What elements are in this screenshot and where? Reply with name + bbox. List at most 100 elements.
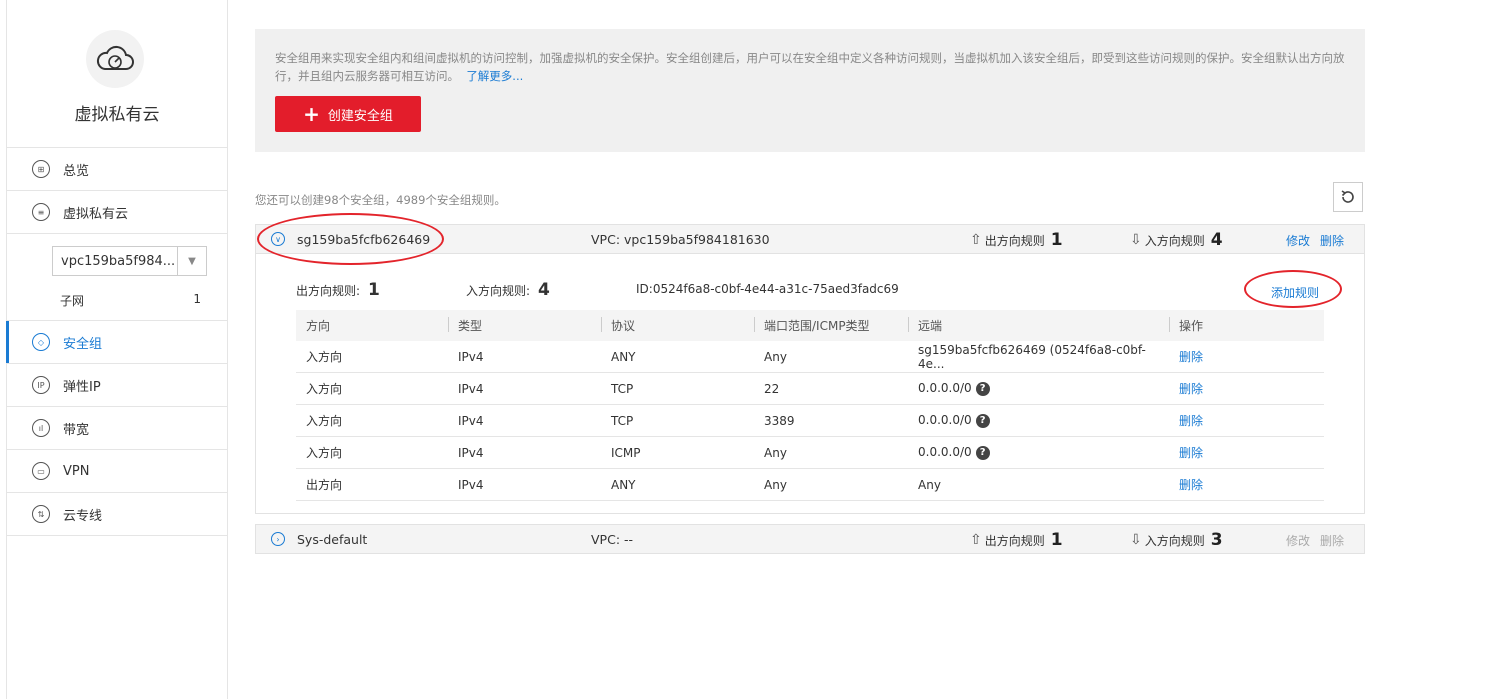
expand-chevron-icon[interactable]: ›	[271, 532, 285, 546]
table-row: 入方向 IPv4 ANY Any sg159ba5fcfb626469 (052…	[296, 341, 1324, 373]
security-group-detail: 出方向规则: 1 入方向规则: 4 ID:0524f6a8-c0bf-4e44-…	[255, 254, 1365, 514]
inbound-label: 入方向规则	[1144, 233, 1205, 248]
intro-text: 安全组用来实现安全组内和组间虚拟机的访问控制，加强虚拟机的安全保护。安全组创建后…	[275, 49, 1350, 85]
security-group-vpc: VPC: --	[591, 532, 634, 547]
column-header: 操作	[1169, 310, 1324, 341]
column-header: 方向	[296, 310, 448, 341]
rule-port: 3389	[754, 404, 908, 437]
brand-title: 虚拟私有云	[74, 105, 160, 125]
bandwidth-icon: ıl	[32, 419, 50, 437]
subnet-link[interactable]: 子网 1	[60, 292, 201, 309]
help-icon[interactable]: ?	[975, 413, 990, 428]
refresh-icon	[1341, 190, 1354, 203]
ip-icon: IP	[32, 376, 50, 394]
rule-type: IPv4	[448, 404, 601, 437]
rule-remote: 0.0.0.0/0?	[908, 436, 1169, 469]
nav-label: 安全组	[63, 336, 103, 352]
create-button-label: 创建安全组	[327, 108, 393, 124]
rule-protocol: TCP	[601, 404, 754, 437]
column-header: 端口范围/ICMP类型	[754, 310, 908, 341]
rule-port: Any	[754, 436, 908, 469]
arrow-up-icon: ⇧	[970, 532, 982, 548]
subnet-label: 子网	[60, 294, 85, 308]
annotation-ellipse-add-rule	[1244, 270, 1342, 308]
security-group-row[interactable]: › Sys-default VPC: -- ⇧ 出方向规则 1 ⇩ 入方向规则 …	[255, 524, 1365, 554]
annotation-ellipse-group-name	[257, 213, 444, 265]
nav-security-group[interactable]: ◇ 安全组	[6, 321, 227, 364]
help-icon[interactable]: ?	[975, 381, 990, 396]
refresh-button[interactable]	[1333, 182, 1363, 212]
security-group-id: ID:0524f6a8-c0bf-4e44-a31c-75aed3fadc69	[636, 282, 899, 296]
nav-label: 带宽	[63, 422, 90, 438]
rule-port: Any	[754, 341, 908, 373]
create-security-group-button[interactable]: + 创建安全组	[275, 96, 421, 132]
delete-rule-link[interactable]: 删除	[1179, 446, 1203, 460]
security-group-name: Sys-default	[297, 532, 368, 547]
delete-rule-link[interactable]: 删除	[1179, 478, 1203, 492]
delete-link[interactable]: 删除	[1320, 234, 1344, 248]
outbound-rules-summary: ⇧ 出方向规则 1	[970, 230, 1063, 250]
rule-direction: 入方向	[296, 436, 448, 469]
rule-type: IPv4	[448, 436, 601, 469]
delete-rule-link[interactable]: 删除	[1179, 414, 1203, 428]
rule-remote-value: sg159ba5fcfb626469 (0524f6a8-c0bf-4e...	[918, 342, 1146, 371]
edit-link-disabled: 修改	[1286, 534, 1311, 548]
rule-direction: 入方向	[296, 372, 448, 405]
sidebar: 虚拟私有云 ⊞ 总览 ≡ 虚拟私有云 vpc159ba5f984... ▼ 子网…	[6, 0, 228, 699]
shield-icon: ◇	[32, 333, 50, 351]
rule-remote: 0.0.0.0/0?	[908, 404, 1169, 437]
table-row: 出方向 IPv4 ANY Any Any 删除	[296, 468, 1324, 501]
rule-protocol: ANY	[601, 468, 754, 501]
row-actions: 修改 删除	[1286, 232, 1354, 249]
rules-table: 方向 类型 协议 端口范围/ICMP类型 远端 操作 入方向 IPv4 ANY …	[296, 310, 1324, 501]
nav-bandwidth[interactable]: ıl 带宽	[7, 407, 227, 450]
intro-description: 安全组用来实现安全组内和组间虚拟机的访问控制，加强虚拟机的安全保护。安全组创建后…	[275, 51, 1345, 83]
outbound-count: 1	[1050, 230, 1063, 250]
outbound-rules-summary: ⇧ 出方向规则 1	[970, 530, 1063, 550]
inbound-label: 入方向规则	[1144, 533, 1205, 548]
learn-more-link[interactable]: 了解更多...	[466, 69, 523, 83]
rule-protocol: ANY	[601, 341, 754, 373]
nav-vpc[interactable]: ≡ 虚拟私有云	[7, 191, 227, 234]
rule-remote-value: Any	[918, 477, 941, 492]
rule-direction: 入方向	[296, 404, 448, 437]
column-header: 类型	[448, 310, 601, 341]
dropdown-arrow-icon[interactable]: ▼	[177, 247, 206, 275]
nav-label: 弹性IP	[63, 379, 101, 395]
arrow-down-icon: ⇩	[1130, 232, 1142, 248]
rule-type: IPv4	[448, 468, 601, 501]
nav-elastic-ip[interactable]: IP 弹性IP	[7, 364, 227, 407]
rule-protocol: TCP	[601, 372, 754, 405]
delete-rule-link[interactable]: 删除	[1179, 350, 1203, 364]
column-header: 远端	[908, 310, 1169, 341]
nav-label: 虚拟私有云	[63, 206, 129, 222]
rule-protocol: ICMP	[601, 436, 754, 469]
row-actions: 修改 删除	[1286, 532, 1354, 549]
overview-icon: ⊞	[32, 160, 50, 178]
rule-action: 删除	[1169, 341, 1324, 373]
vpc-select-value: vpc159ba5f984...	[61, 253, 176, 269]
edit-link[interactable]: 修改	[1286, 234, 1310, 248]
help-icon[interactable]: ?	[975, 445, 990, 460]
brand: 虚拟私有云	[7, 0, 227, 148]
vpc-select[interactable]: vpc159ba5f984... ▼	[52, 246, 207, 276]
nav-overview[interactable]: ⊞ 总览	[7, 148, 227, 191]
delete-rule-link[interactable]: 删除	[1179, 382, 1203, 396]
rule-remote-value: 0.0.0.0/0	[918, 445, 972, 460]
nav-vpn[interactable]: ▭ VPN	[7, 450, 227, 493]
outbound-label: 出方向规则	[984, 233, 1045, 248]
table-row: 入方向 IPv4 ICMP Any 0.0.0.0/0? 删除	[296, 436, 1324, 469]
nav-label: 总览	[63, 163, 90, 179]
inbound-count: 3	[1210, 530, 1223, 550]
rule-port: 22	[754, 372, 908, 405]
nav-label: 云专线	[63, 508, 103, 524]
outbound-count: 1	[1050, 530, 1063, 550]
detail-outbound: 出方向规则: 1	[296, 280, 380, 300]
rule-port: Any	[754, 468, 908, 501]
nav-direct-connect[interactable]: ⇅ 云专线	[7, 493, 227, 536]
rule-remote: Any	[908, 468, 1169, 501]
table-row: 入方向 IPv4 TCP 3389 0.0.0.0/0? 删除	[296, 404, 1324, 437]
rule-direction: 入方向	[296, 341, 448, 373]
rule-remote: sg159ba5fcfb626469 (0524f6a8-c0bf-4e...	[908, 341, 1169, 373]
arrow-down-icon: ⇩	[1130, 532, 1142, 548]
